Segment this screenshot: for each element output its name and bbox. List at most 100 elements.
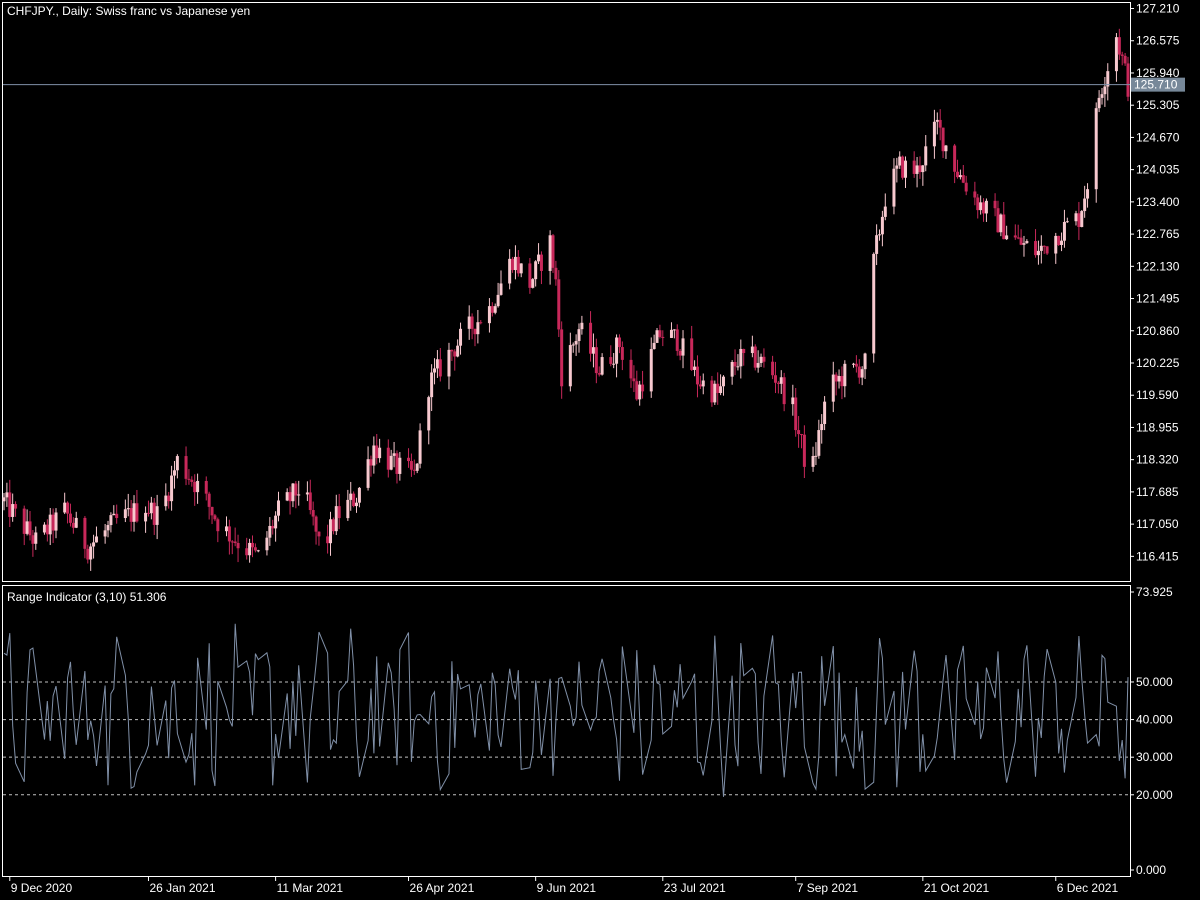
indicator-title: Range Indicator (3,10) 51.306: [7, 590, 167, 604]
candle-body: [187, 478, 191, 480]
candle-body: [68, 513, 72, 523]
candle-body: [912, 160, 916, 174]
candle-body: [54, 512, 58, 531]
candle-body: [736, 366, 740, 368]
candle-body: [513, 256, 517, 271]
price-tick-label: 124.035: [1136, 163, 1180, 177]
candle-body: [271, 525, 275, 529]
candle-body: [1016, 237, 1020, 239]
time-tick-label: 7 Sep 2021: [797, 881, 859, 895]
candle-body: [695, 366, 699, 385]
candle-body: [511, 258, 515, 271]
candle-body: [34, 532, 38, 544]
candle-body: [776, 382, 780, 384]
candle-body: [1100, 94, 1104, 98]
candle-body: [268, 525, 272, 538]
chart-background: [0, 0, 1200, 900]
candle-body: [831, 374, 835, 402]
candle-body: [86, 548, 90, 560]
candle-body: [615, 337, 619, 364]
candle-body: [126, 508, 130, 510]
candle-body: [409, 461, 413, 470]
candle-body: [193, 481, 197, 493]
candle-body: [196, 480, 200, 493]
candle-body: [349, 493, 353, 500]
candle-body: [450, 349, 454, 352]
candle-body: [135, 503, 139, 522]
candle-body: [750, 346, 754, 354]
candle-body: [756, 363, 760, 368]
candle-body: [771, 361, 775, 376]
candle-body: [1097, 97, 1101, 109]
candle-body: [820, 424, 824, 431]
candle-body: [953, 145, 957, 172]
candle-body: [149, 502, 153, 514]
candle-body: [123, 509, 127, 519]
candle-body: [834, 374, 838, 382]
candle-body: [539, 254, 543, 271]
candle-body: [294, 483, 298, 496]
time-tick-label: 9 Jun 2021: [537, 881, 597, 895]
candle-body: [305, 492, 309, 495]
price-tick-label: 125.305: [1136, 98, 1180, 112]
candle-body: [609, 357, 613, 364]
candle-body: [999, 214, 1003, 233]
candle-body: [8, 492, 12, 517]
candle-body: [551, 235, 555, 268]
candle-body: [366, 459, 370, 488]
candle-body: [904, 160, 908, 178]
candle-body: [791, 397, 795, 405]
candle-body: [378, 447, 382, 459]
candle-body: [230, 541, 234, 543]
price-tick-label: 120.860: [1136, 324, 1180, 338]
candle-body: [956, 171, 960, 178]
candle-body: [880, 216, 884, 235]
candle-body: [103, 530, 107, 537]
candle-body: [557, 279, 561, 330]
candle-body: [129, 508, 133, 522]
candle-body: [152, 502, 156, 525]
candle-body: [537, 254, 541, 262]
candle-body: [516, 256, 520, 274]
candle-body: [554, 267, 558, 280]
candle-body: [710, 380, 714, 403]
candle-body: [1002, 214, 1006, 240]
candle-body: [508, 258, 512, 284]
candle-body: [721, 376, 725, 387]
candle-body: [89, 546, 93, 560]
candle-body: [415, 463, 419, 471]
candle-body: [840, 376, 844, 387]
time-tick-label: 9 Dec 2020: [11, 881, 73, 895]
candle-body: [433, 368, 437, 373]
candle-body: [635, 381, 639, 400]
indicator-tick-label: 73.925: [1136, 585, 1173, 599]
candle-body: [92, 542, 96, 547]
candle-body: [649, 349, 653, 392]
candle-body: [658, 330, 662, 337]
candle-body: [42, 524, 46, 533]
chart-canvas[interactable]: 127.210126.575125.940125.305124.670124.0…: [0, 0, 1200, 900]
time-tick-label: 26 Apr 2021: [410, 881, 475, 895]
candle-body: [672, 329, 676, 331]
price-tick-label: 122.765: [1136, 227, 1180, 241]
current-price-label: 125.710: [1134, 78, 1178, 92]
price-tick-label: 118.320: [1136, 453, 1179, 467]
candle-body: [109, 515, 113, 526]
candle-body: [14, 504, 18, 509]
candle-body: [852, 363, 856, 365]
candle-body: [519, 263, 523, 274]
candle-body: [248, 542, 252, 556]
candle-body: [571, 344, 575, 346]
candle-body: [51, 514, 55, 531]
candle-body: [597, 373, 601, 375]
candle-body: [534, 261, 538, 280]
candle-body: [976, 197, 980, 211]
candle-body: [389, 455, 393, 470]
candle-body: [580, 322, 584, 330]
candle-body: [799, 434, 803, 436]
candle-body: [857, 366, 861, 378]
candle-body: [427, 397, 431, 431]
candle-body: [612, 363, 616, 365]
candle-body: [74, 517, 78, 528]
candle-body: [236, 542, 240, 549]
